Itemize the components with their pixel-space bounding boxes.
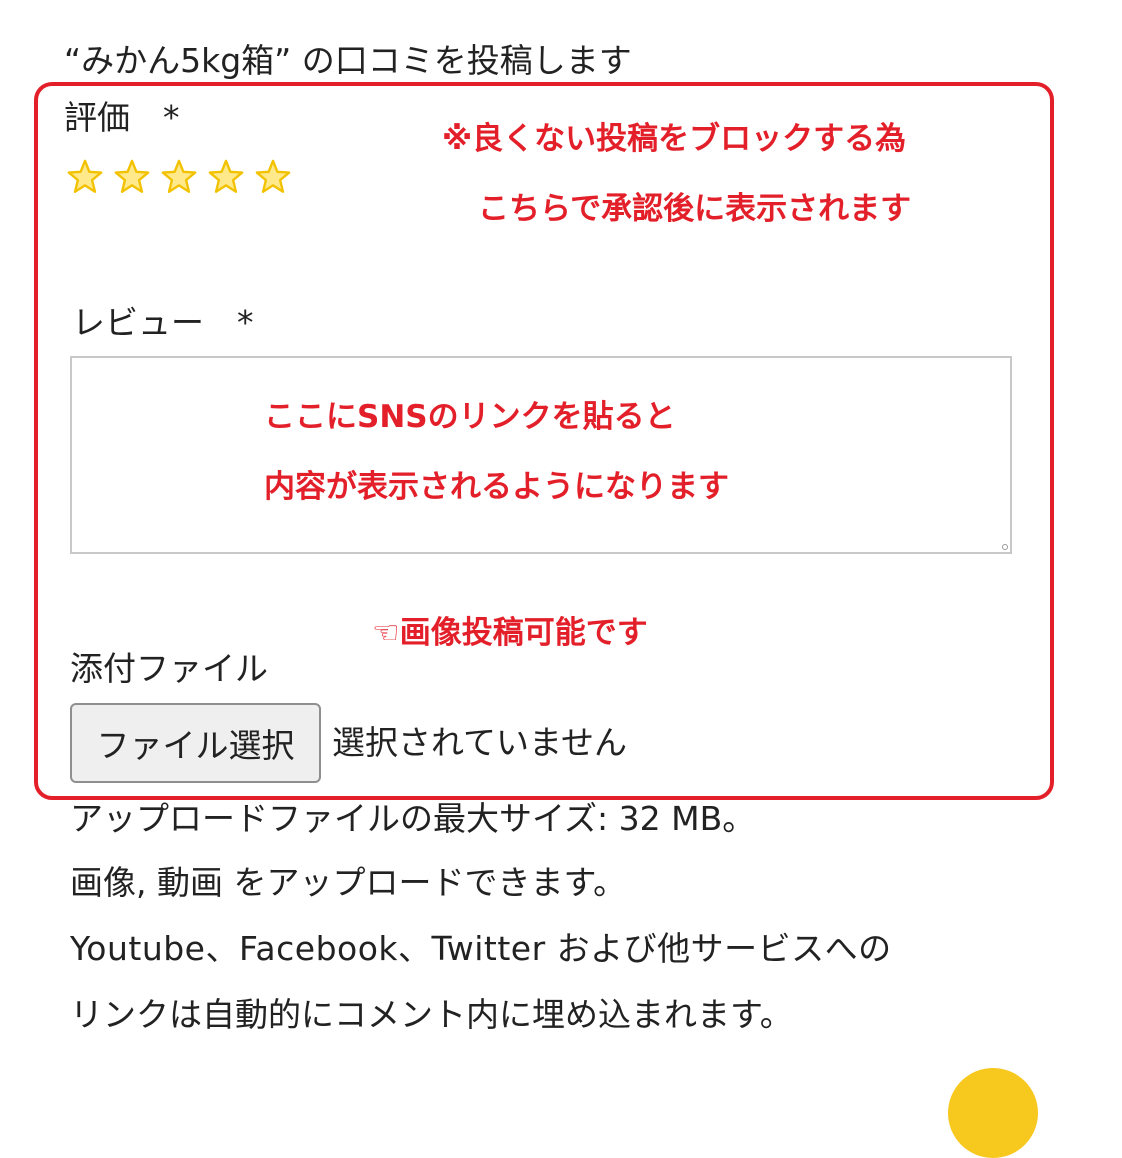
embed-info-line2: リンクは自動的にコメント内に埋め込まれます。 xyxy=(70,995,793,1034)
star-icon[interactable] xyxy=(207,158,245,196)
star-icon[interactable] xyxy=(113,158,151,196)
image-upload-note: ☜画像投稿可能です xyxy=(372,615,648,651)
resize-handle-icon[interactable] xyxy=(1002,544,1008,550)
allowed-types-info: 画像, 動画 をアップロードできます。 xyxy=(70,863,627,902)
file-select-button[interactable]: ファイル選択 xyxy=(70,703,321,783)
attachment-label: 添付ファイル xyxy=(70,649,268,688)
max-size-info: アップロードファイルの最大サイズ: 32 MB。 xyxy=(70,799,756,838)
sns-note-line2: 内容が表示されるようになります xyxy=(264,469,729,505)
embed-info-line1: Youtube、Facebook、Twitter および他サービスへの xyxy=(70,929,892,968)
rating-label: 評価 * xyxy=(64,98,180,137)
moderation-note-line1: ※良くない投稿をブロックする為 xyxy=(442,121,907,157)
review-label: レビュー * xyxy=(72,303,254,342)
sns-note-line1: ここにSNSのリンクを貼ると xyxy=(264,399,676,435)
floating-action-circle[interactable] xyxy=(948,1068,1038,1158)
review-textarea[interactable] xyxy=(70,356,1012,554)
star-icon[interactable] xyxy=(160,158,198,196)
page-title: “みかん5kg箱” の口コミを投稿します xyxy=(64,41,632,80)
star-icon[interactable] xyxy=(66,158,104,196)
file-status-text: 選択されていません xyxy=(332,723,628,762)
star-icon[interactable] xyxy=(254,158,292,196)
moderation-note-line2: こちらで承認後に表示されます xyxy=(478,191,912,227)
star-rating[interactable] xyxy=(66,158,292,196)
